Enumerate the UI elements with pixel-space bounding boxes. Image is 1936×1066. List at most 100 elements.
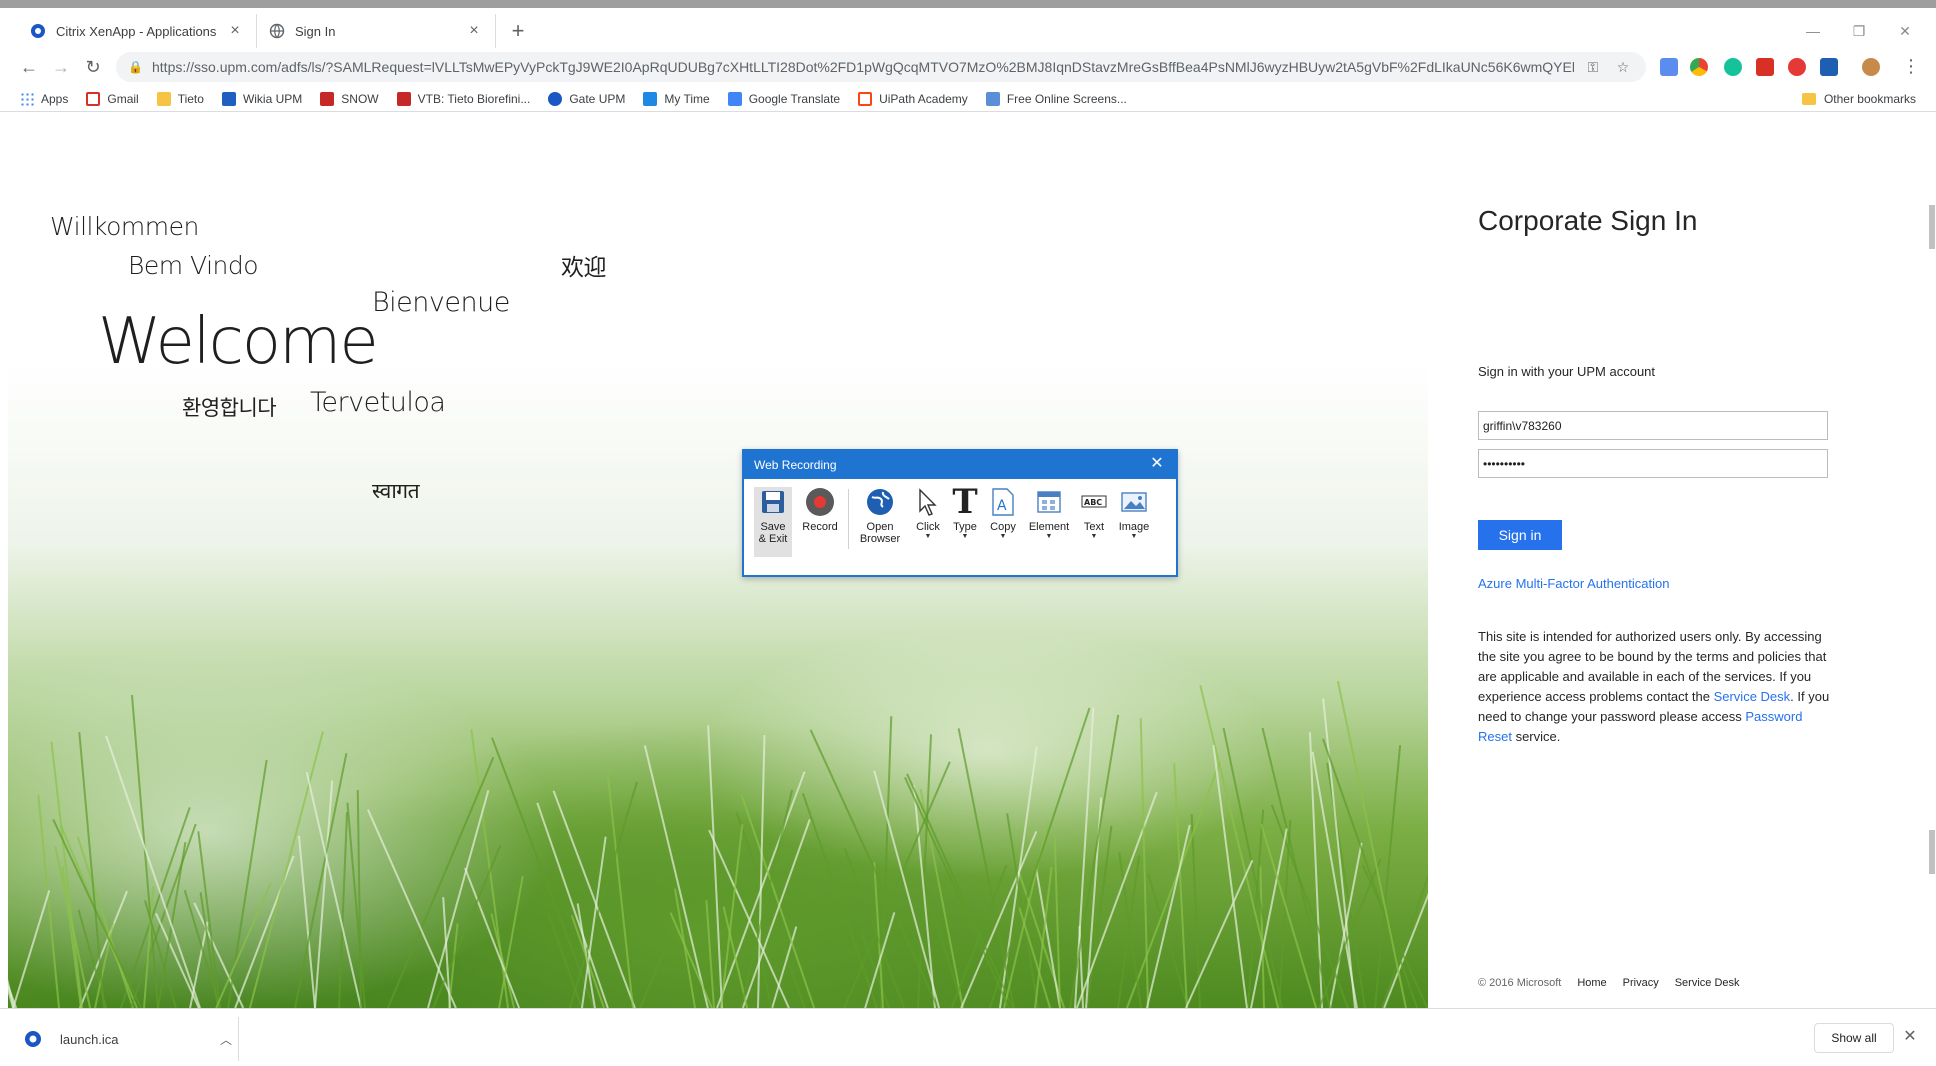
profile-avatar[interactable] bbox=[1862, 58, 1880, 76]
tab-sign-in[interactable]: Sign In × bbox=[256, 14, 496, 48]
grass-blade bbox=[8, 762, 15, 1008]
grass-blade bbox=[8, 693, 18, 1008]
translate-extension-icon[interactable] bbox=[1660, 58, 1678, 76]
element-grid-icon bbox=[1034, 487, 1064, 517]
dialog-close-icon[interactable]: ✕ bbox=[1148, 455, 1166, 473]
bookmarks-bar: Apps Gmail Tieto Wikia UPM SNOW VTB: Tie… bbox=[0, 86, 1936, 112]
save-exit-button[interactable]: Save & Exit bbox=[754, 487, 792, 557]
hero-image: Willkommen Bem Vindo 欢迎 Bienvenue Welcom… bbox=[8, 112, 1428, 1008]
chevron-down-icon: ▼ bbox=[961, 533, 969, 540]
chevron-up-icon[interactable]: ︿ bbox=[218, 1031, 234, 1048]
dialog-titlebar[interactable]: Web Recording ✕ bbox=[744, 451, 1176, 479]
gmail-icon bbox=[86, 91, 101, 106]
page-footer: © 2016 Microsoft Home Privacy Service De… bbox=[1478, 977, 1740, 989]
welcome-word-welcome: Welcome bbox=[98, 305, 379, 379]
bookmark-vtb[interactable]: VTB: Tieto Biorefini... bbox=[396, 91, 530, 106]
bookmark-google-translate[interactable]: Google Translate bbox=[727, 91, 840, 106]
tab-close-icon[interactable]: × bbox=[226, 22, 244, 40]
element-button[interactable]: Element ▼ bbox=[1024, 487, 1074, 557]
copy-document-icon: A bbox=[988, 487, 1018, 517]
grass-blade bbox=[346, 802, 366, 1008]
footer-home-link[interactable]: Home bbox=[1577, 977, 1606, 989]
azure-mfa-link[interactable]: Azure Multi-Factor Authentication bbox=[1478, 576, 1669, 591]
new-tab-button[interactable]: + bbox=[506, 20, 530, 44]
sign-in-button[interactable]: Sign in bbox=[1478, 520, 1562, 550]
abc-text-icon: ABC bbox=[1079, 487, 1109, 517]
service-desk-link[interactable]: Service Desk bbox=[1714, 689, 1791, 704]
address-bar[interactable]: 🔒 https://sso.upm.com/adfs/ls/?SAMLReque… bbox=[116, 52, 1646, 82]
bookmark-gmail[interactable]: Gmail bbox=[86, 91, 139, 106]
grass-blade bbox=[338, 812, 349, 1008]
click-button[interactable]: Click ▼ bbox=[910, 487, 946, 557]
bookmark-tieto[interactable]: Tieto bbox=[156, 91, 204, 106]
copy-button[interactable]: A Copy ▼ bbox=[986, 487, 1020, 557]
image-button[interactable]: Image ▼ bbox=[1112, 487, 1156, 557]
bookmark-free-online-screens[interactable]: Free Online Screens... bbox=[985, 91, 1127, 106]
welcome-word-bienvenue: Bienvenue bbox=[372, 287, 510, 318]
record-button[interactable]: Record bbox=[798, 487, 842, 557]
text-button[interactable]: ABC Text ▼ bbox=[1078, 487, 1110, 557]
web-recording-dialog: Web Recording ✕ Save & Exit Record Open … bbox=[742, 449, 1178, 577]
record-icon bbox=[805, 487, 835, 517]
password-field[interactable] bbox=[1478, 449, 1828, 478]
footer-service-desk-link[interactable]: Service Desk bbox=[1675, 977, 1740, 989]
grass-blade bbox=[1383, 725, 1428, 1008]
bookmark-gate-upm[interactable]: Gate UPM bbox=[548, 91, 625, 106]
bookmark-star-icon[interactable]: ☆ bbox=[1612, 59, 1634, 76]
chevron-down-icon: ▼ bbox=[999, 533, 1007, 540]
grass-blade bbox=[801, 793, 878, 1008]
forward-arrow-icon[interactable]: → bbox=[50, 56, 72, 78]
key-icon[interactable]: ⚿ bbox=[1582, 59, 1604, 76]
chevron-down-icon: ▼ bbox=[1090, 533, 1098, 540]
welcome-word-chinese: 欢迎 bbox=[561, 255, 607, 281]
cursor-arrow-icon bbox=[913, 487, 943, 517]
downloads-close-icon[interactable]: ✕ bbox=[1900, 1027, 1920, 1047]
dialog-toolbar: Save & Exit Record Open Browser Click ▼ … bbox=[744, 479, 1176, 575]
footer-privacy-link[interactable]: Privacy bbox=[1623, 977, 1659, 989]
username-field[interactable] bbox=[1478, 411, 1828, 440]
type-button[interactable]: T Type ▼ bbox=[948, 482, 982, 557]
grammarly-icon[interactable] bbox=[1724, 58, 1742, 76]
address-url[interactable]: https://sso.upm.com/adfs/ls/?SAMLRequest… bbox=[152, 59, 1574, 75]
page-title: Corporate Sign In bbox=[1478, 205, 1698, 236]
servicenow-icon bbox=[396, 91, 411, 106]
access-notice: This site is intended for authorized use… bbox=[1478, 629, 1830, 744]
tab-strip: Citrix XenApp - Applications × Sign In ×… bbox=[0, 8, 1936, 48]
chrome-extension-icon[interactable] bbox=[1690, 58, 1708, 76]
grass-blade bbox=[1361, 864, 1428, 1008]
uipath-extension-icon[interactable] bbox=[1820, 58, 1838, 76]
back-arrow-icon[interactable]: ← bbox=[18, 56, 40, 78]
type-t-icon: T bbox=[952, 482, 978, 522]
bookmark-uipath-academy[interactable]: UiPath Academy bbox=[858, 91, 968, 106]
citrix-favicon-icon bbox=[30, 23, 46, 39]
bookmark-my-time[interactable]: My Time bbox=[643, 91, 710, 106]
chevron-down-icon: ▼ bbox=[924, 533, 932, 540]
citrix-file-icon bbox=[24, 1030, 42, 1048]
servicenow-icon bbox=[320, 91, 335, 106]
minimize-icon[interactable]: — bbox=[1790, 16, 1836, 46]
globe-icon bbox=[865, 487, 895, 517]
folder-icon bbox=[156, 91, 171, 106]
adblock-icon[interactable] bbox=[1788, 58, 1806, 76]
reload-icon[interactable]: ↻ bbox=[82, 56, 104, 78]
show-all-button[interactable]: Show all bbox=[1814, 1023, 1894, 1053]
grass-blade bbox=[8, 780, 15, 1008]
restore-icon[interactable]: ❐ bbox=[1836, 16, 1882, 46]
download-item[interactable]: launch.ica ︿ bbox=[24, 1023, 234, 1055]
tab-citrix-xenapp[interactable]: Citrix XenApp - Applications × bbox=[18, 14, 256, 48]
bookmark-snow[interactable]: SNOW bbox=[320, 91, 379, 106]
grass-blade bbox=[249, 731, 325, 1008]
tab-close-icon[interactable]: × bbox=[465, 22, 483, 40]
grass-blade bbox=[12, 889, 51, 1008]
bookmark-apps[interactable]: Apps bbox=[20, 91, 68, 106]
open-browser-button[interactable]: Open Browser bbox=[854, 487, 906, 557]
red-extension-icon[interactable] bbox=[1756, 58, 1774, 76]
downloads-bar: launch.ica ︿ Show all ✕ bbox=[0, 1008, 1936, 1066]
kebab-menu-icon[interactable]: ⋮ bbox=[1902, 56, 1920, 77]
other-bookmarks[interactable]: Other bookmarks bbox=[1801, 92, 1916, 106]
bookmark-wikia-upm[interactable]: Wikia UPM bbox=[221, 91, 302, 106]
welcome-word-bem-vindo: Bem Vindo bbox=[128, 251, 259, 280]
grass-blade bbox=[705, 900, 715, 1008]
confluence-icon bbox=[221, 91, 236, 106]
window-close-icon[interactable]: ✕ bbox=[1882, 16, 1928, 46]
